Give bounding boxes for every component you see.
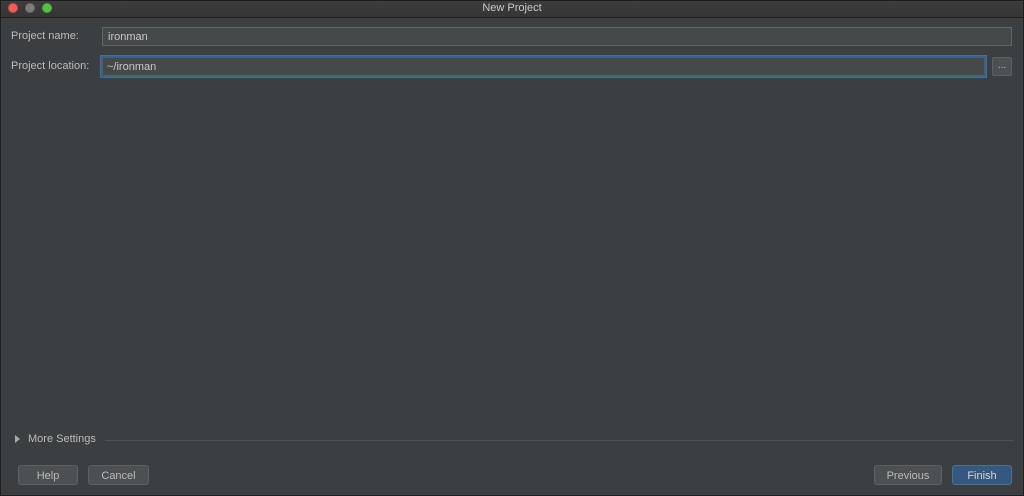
project-location-input[interactable]	[101, 56, 986, 77]
finish-button[interactable]: Finish	[952, 465, 1012, 485]
previous-button[interactable]: Previous	[874, 465, 942, 485]
project-name-input[interactable]	[102, 27, 1012, 46]
help-button[interactable]: Help	[18, 465, 78, 485]
more-settings-divider	[105, 440, 1013, 441]
project-name-label: Project name:	[11, 30, 79, 42]
cancel-button[interactable]: Cancel	[88, 465, 149, 485]
more-settings-label: More Settings	[28, 433, 96, 445]
title-bar[interactable]: New Project	[1, 1, 1023, 18]
project-location-label: Project location:	[11, 60, 90, 72]
expand-caret-icon	[15, 435, 20, 443]
window-title: New Project	[482, 2, 542, 14]
more-settings-toggle[interactable]: More Settings	[15, 433, 96, 447]
browse-location-button[interactable]: ...	[992, 57, 1012, 76]
new-project-dialog: New Project Project name: Project locati…	[0, 0, 1024, 496]
